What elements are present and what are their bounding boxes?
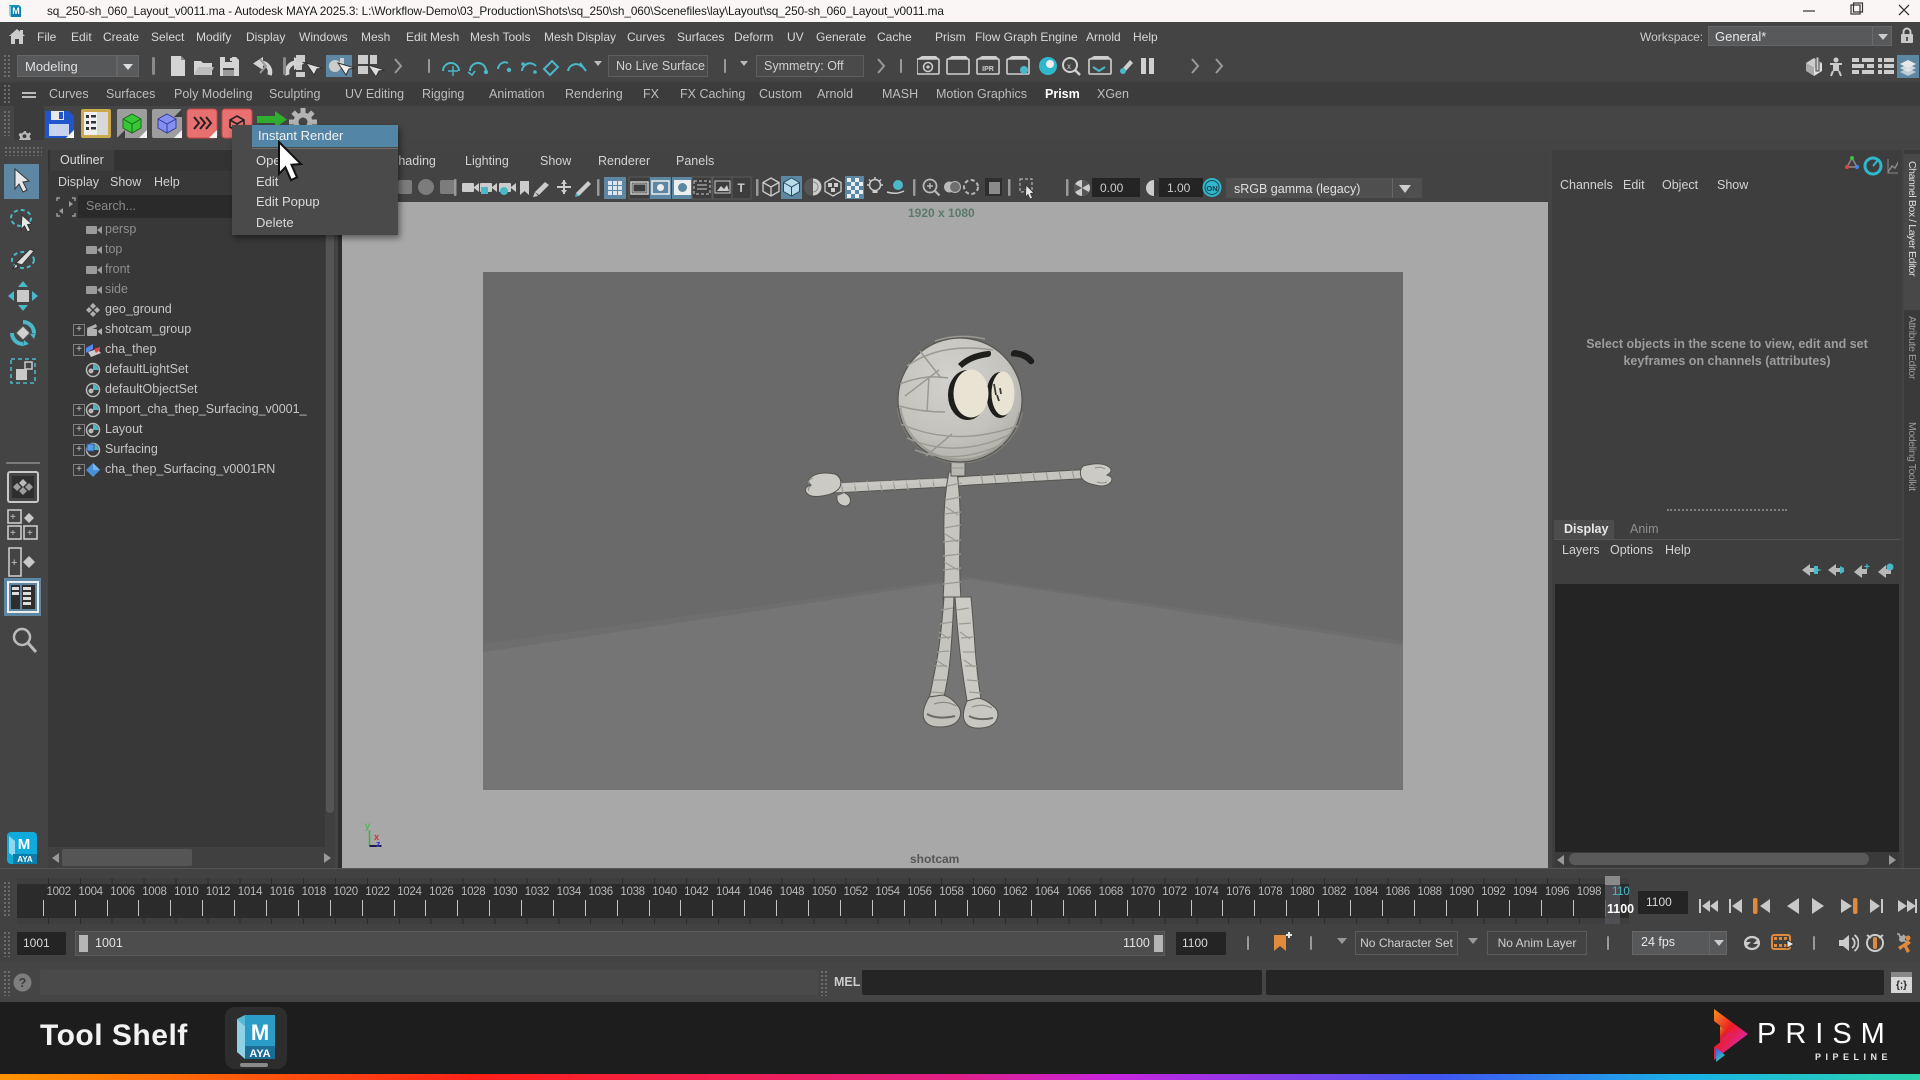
svg-text:+: +	[1864, 562, 1870, 573]
svg-text:+: +	[10, 528, 16, 539]
svg-text:sRGB gamma (legacy): sRGB gamma (legacy)	[1234, 182, 1360, 196]
svg-text:AYA: AYA	[249, 1048, 270, 1059]
svg-text:T: T	[737, 181, 745, 195]
svg-text:?: ?	[19, 975, 27, 990]
svg-text:+: +	[11, 557, 17, 569]
svg-text:{;}: {;}	[1896, 980, 1907, 991]
svg-text:ON: ON	[1206, 184, 1217, 193]
svg-text:M: M	[12, 6, 20, 16]
svg-text:+: +	[10, 512, 16, 523]
svg-text:1.00: 1.00	[1167, 181, 1191, 195]
svg-text:z: z	[376, 839, 381, 849]
svg-text:M: M	[251, 1020, 269, 1045]
svg-text:IPR: IPR	[982, 66, 994, 73]
svg-text:x: x	[1067, 62, 1071, 71]
svg-text:M: M	[18, 836, 31, 853]
svg-text:AYA: AYA	[17, 855, 33, 864]
svg-text:0.00: 0.00	[1100, 181, 1124, 195]
svg-text:+: +	[27, 528, 33, 539]
